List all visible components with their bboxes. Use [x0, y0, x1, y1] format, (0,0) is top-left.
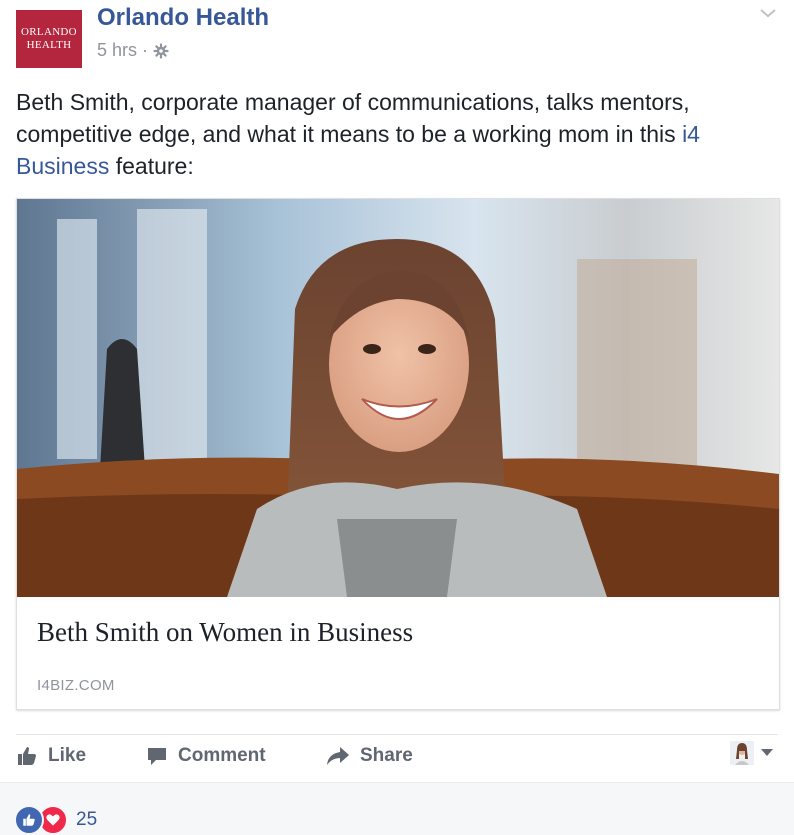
reaction-summary[interactable]: 25 [14, 805, 97, 835]
post-timestamp[interactable]: 5 hrs [97, 40, 137, 61]
chevron-down-icon[interactable] [758, 6, 778, 20]
post-message: Beth Smith, corporate manager of communi… [16, 86, 776, 182]
comment-button[interactable]: Comment [146, 745, 266, 767]
logo-line2: HEALTH [26, 39, 72, 51]
thumbs-up-icon [18, 747, 36, 765]
link-preview-card[interactable]: Beth Smith on Women in Business I4BIZ.CO… [16, 198, 780, 710]
reactions-footer: 25 [0, 782, 794, 835]
post-header: ORLANDO HEALTH Orlando Health 5 hrs · [16, 4, 778, 68]
caret-down-icon [761, 749, 773, 756]
comment-icon [148, 748, 166, 765]
post-meta: 5 hrs · [97, 40, 169, 61]
like-label: Like [48, 745, 87, 766]
action-bar: Like Comment Share [16, 734, 778, 781]
portrait-photo[interactable] [17, 199, 779, 597]
page-logo[interactable]: ORLANDO HEALTH [16, 10, 82, 68]
link-domain: I4BIZ.COM [37, 677, 115, 694]
like-reaction-icon [14, 805, 44, 835]
comment-label: Comment [178, 745, 266, 766]
profile-avatar-icon [730, 741, 754, 765]
share-button[interactable]: Share [326, 745, 413, 767]
logo-line1: ORLANDO [21, 26, 77, 38]
gear-icon[interactable] [153, 42, 169, 59]
reaction-audience-selector[interactable] [730, 741, 774, 765]
page-name-link[interactable]: Orlando Health [97, 4, 269, 32]
link-title[interactable]: Beth Smith on Women in Business [37, 617, 413, 648]
meta-separator: · [142, 40, 149, 60]
reaction-count[interactable]: 25 [76, 809, 97, 831]
like-button[interactable]: Like [16, 745, 86, 767]
post-text-before: Beth Smith, corporate manager of communi… [16, 89, 690, 147]
share-label: Share [360, 745, 413, 766]
share-arrow-icon [327, 747, 349, 765]
post-text-after: feature: [109, 153, 194, 179]
